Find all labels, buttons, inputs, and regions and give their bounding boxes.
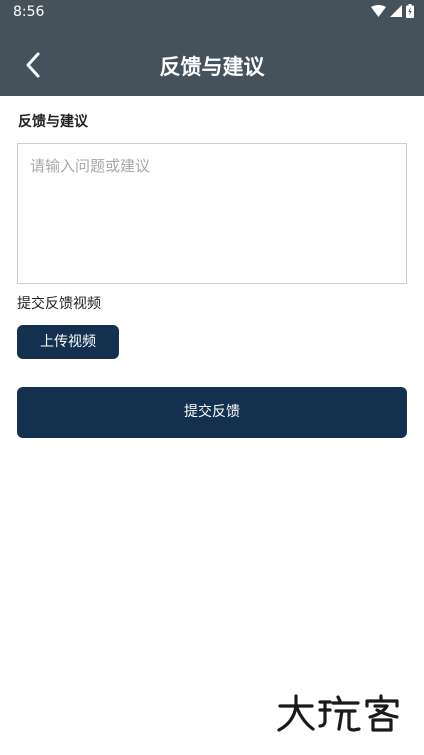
feedback-input[interactable] — [17, 143, 407, 284]
signal-icon — [390, 5, 402, 17]
wifi-icon — [371, 5, 386, 17]
watermark-logo — [276, 692, 406, 734]
status-icons — [371, 4, 414, 18]
app-header: 8:56 反馈与建议 — [0, 0, 424, 96]
battery-icon — [406, 4, 414, 18]
upload-video-button[interactable]: 上传视频 — [17, 325, 119, 359]
submit-feedback-button[interactable]: 提交反馈 — [17, 387, 407, 438]
watermark-logo-graphic — [277, 694, 399, 732]
feedback-section-label: 反馈与建议 — [18, 114, 88, 130]
page-title: 反馈与建议 — [159, 55, 265, 79]
video-section-label: 提交反馈视频 — [17, 296, 101, 312]
status-time: 8:56 — [13, 4, 45, 20]
